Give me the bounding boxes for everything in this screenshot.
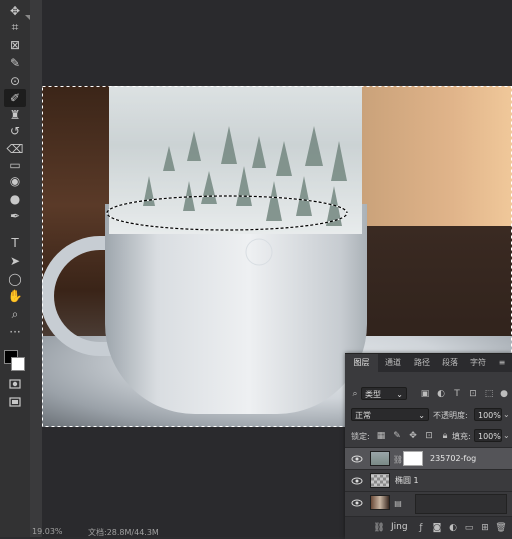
hand-tool-icon[interactable]: ✋ [4,287,26,305]
chevron-down-icon[interactable]: ⌄ [503,431,510,440]
opacity-value: 100% [478,411,501,420]
panel-menu-icon[interactable]: ≡ [495,354,509,372]
trash-icon[interactable]: 🗑︎ [495,522,507,534]
lock-position-icon[interactable]: ✥ [407,430,419,442]
zoom-level[interactable]: 19.03% [32,527,63,536]
brush-tool-icon[interactable]: ✐ [4,89,26,107]
blend-row: 正常 ⌄ 不透明度: 100% ⌄ [345,407,512,425]
screen-mode-icon[interactable] [4,393,26,411]
fill-input[interactable]: 100% [474,429,502,442]
smart-filter-mask[interactable] [415,494,507,514]
filter-kind-select[interactable]: 类型 ⌄ [361,387,407,400]
filter-type-icon[interactable]: T [451,388,463,400]
search-icon: ⌕ [352,389,358,399]
tab-paragraph[interactable]: 段落 [436,354,464,372]
document-size: 文档:28.8M/44.3M [88,528,159,537]
fill-label: 填充: [452,432,471,441]
blur-tool-icon[interactable]: ◉ [4,172,26,190]
opacity-label: 不透明度: [433,411,468,420]
layer-thumbnail [370,451,390,466]
background-color-swatch[interactable] [11,357,25,371]
layers-panel: 图层 通道 路径 段落 字符 ≡ ⌕ 类型 ⌄ ▣ ◐ T ⊡ ⬚ ● 正常 ⌄… [345,353,512,539]
chevron-down-icon[interactable]: ⌄ [503,410,510,419]
layer-name[interactable]: 235702-fog [430,452,476,466]
zoom-tool-icon[interactable]: ⌕ [4,305,26,323]
blend-mode-label: 正常 [355,411,371,420]
brush-cursor [245,238,273,266]
panel-tabs: 图层 通道 路径 段落 字符 ≡ [345,354,512,372]
tab-paths[interactable]: 路径 [408,354,436,372]
link-layers-icon[interactable]: ⛓ [373,522,385,534]
layer-row-ellipse[interactable]: 椭圆 1 [345,469,512,492]
lock-artboard-icon[interactable]: ⊡ [423,430,435,442]
add-mask-icon[interactable]: ◙ [431,522,443,534]
filter-row: ⌕ 类型 ⌄ ▣ ◐ T ⊡ ⬚ ● [345,386,512,404]
filter-smart-icon[interactable]: ⬚ [483,388,495,400]
opacity-input[interactable]: 100% [474,408,502,421]
shape-tool-icon[interactable]: ◯ [4,270,26,288]
eyedropper-tool-icon[interactable]: ✎ [4,54,26,72]
new-layer-icon[interactable]: ⊞ [479,522,491,534]
eye-icon[interactable] [351,475,363,487]
pen-tool-icon[interactable]: ✒ [4,207,26,225]
lock-image-icon[interactable]: ✎ [391,430,403,442]
eye-icon[interactable] [351,453,363,465]
chevron-down-icon: ⌄ [396,390,403,399]
lock-row: 锁定: ▦ ✎ ✥ ⊡ 🔒︎ 填充: 100% ⌄ [345,428,512,446]
panel-bottom-bar: ⛓ Jing ƒ ◙ ◐ ▭ ⊞ 🗑︎ [345,516,512,539]
lock-transparent-icon[interactable]: ▦ [375,430,387,442]
filter-adjust-icon[interactable]: ◐ [435,388,447,400]
filter-toggle-icon[interactable]: ● [498,388,510,400]
smart-object-icon: ▤ [394,498,402,508]
tab-channels[interactable]: 通道 [378,354,408,372]
lock-all-icon[interactable]: 🔒︎ [439,430,451,442]
layer-thumbnail [370,495,390,510]
layer-row-cup[interactable]: ▤ [345,491,512,514]
ruler [30,0,42,537]
filter-pixel-icon[interactable]: ▣ [419,388,431,400]
watermark-text: Jing [391,522,408,532]
group-icon[interactable]: ▭ [463,522,475,534]
filter-kind-label: 类型 [365,390,381,399]
fx-icon[interactable]: ƒ [415,522,427,534]
layer-name[interactable]: 椭圆 1 [395,474,419,488]
layer-mask-thumbnail[interactable] [403,451,423,466]
status-bar: 19.03% 文档:28.8M/44.3M [30,527,380,537]
quick-mask-icon[interactable] [4,375,26,393]
lock-label: 锁定: [351,432,370,441]
chevron-down-icon: ⌄ [418,411,425,420]
adjustment-layer-icon[interactable]: ◐ [447,522,459,534]
layer-thumbnail [370,473,390,488]
tab-layers[interactable]: 图层 [345,354,378,372]
frame-tool-icon[interactable]: ⊠ [4,36,26,54]
tools-panel: ✥ ⌗ ⊠ ✎ ⊙ ✐ ♜ ↺ ⌫ ▭ ◉ ● ✒ T ➤ ◯ ✋ ⌕ ··· [0,0,31,537]
history-brush-tool-icon[interactable]: ↺ [4,122,26,140]
tab-character[interactable]: 字符 [464,354,492,372]
dodge-tool-icon[interactable]: ● [4,190,26,208]
filter-shape-icon[interactable]: ⊡ [467,388,479,400]
fill-value: 100% [478,432,501,441]
type-tool-icon[interactable]: T [4,234,26,252]
path-select-tool-icon[interactable]: ➤ [4,252,26,270]
layer-row-fog[interactable]: ⛓ 235702-fog [345,447,512,470]
blend-mode-select[interactable]: 正常 ⌄ [351,408,429,421]
crop-tool-icon[interactable]: ⌗ [4,18,26,36]
more-tools-icon[interactable]: ··· [4,323,26,341]
patch-tool-icon[interactable]: ⊙ [4,72,26,90]
eye-icon[interactable] [351,497,363,509]
